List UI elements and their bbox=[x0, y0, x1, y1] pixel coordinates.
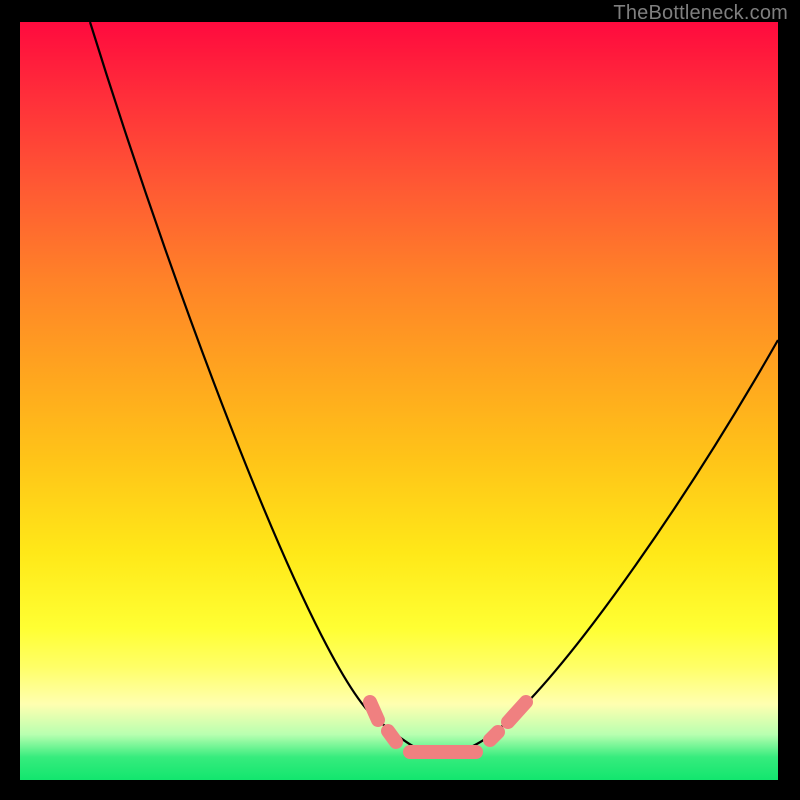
marker-capsule bbox=[508, 702, 526, 722]
chart-frame: TheBottleneck.com bbox=[0, 0, 800, 800]
plot-area bbox=[20, 22, 778, 780]
marker-capsule bbox=[388, 731, 396, 742]
marker-capsule bbox=[490, 732, 498, 740]
curve-layer bbox=[20, 22, 778, 780]
bottleneck-curve bbox=[90, 22, 778, 754]
marker-group bbox=[370, 702, 526, 752]
watermark-text: TheBottleneck.com bbox=[613, 2, 788, 25]
marker-capsule bbox=[370, 702, 378, 720]
